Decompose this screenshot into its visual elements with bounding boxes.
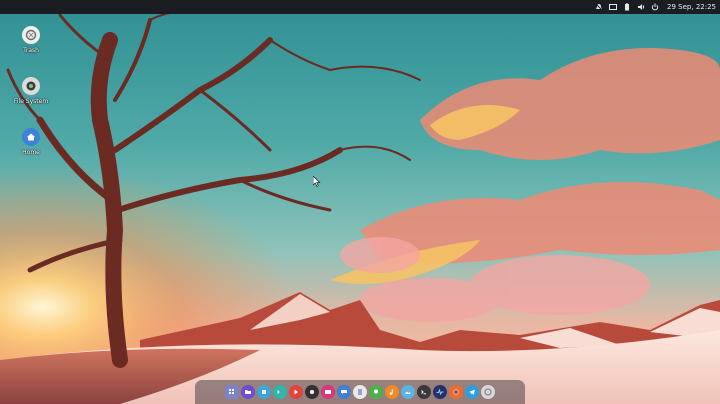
app-launcher-icon[interactable] xyxy=(225,385,239,399)
battery-icon[interactable] xyxy=(623,3,631,11)
home-folder-icon xyxy=(22,128,40,146)
window-icon[interactable] xyxy=(609,3,618,11)
console-icon[interactable] xyxy=(417,385,431,399)
trash-icon xyxy=(22,26,40,44)
music-icon[interactable] xyxy=(385,385,399,399)
maps-icon[interactable] xyxy=(369,385,383,399)
top-panel: 29 Sep, 22:25 xyxy=(0,0,720,14)
firefox-icon[interactable] xyxy=(449,385,463,399)
desktop-icon-label: File System xyxy=(13,98,49,105)
trash-dock-icon[interactable] xyxy=(481,385,495,399)
photos-icon[interactable] xyxy=(401,385,415,399)
telegram-icon[interactable] xyxy=(465,385,479,399)
mail-icon[interactable] xyxy=(321,385,335,399)
volume-icon[interactable] xyxy=(637,3,645,11)
document-icon[interactable] xyxy=(353,385,367,399)
screenshot-icon[interactable] xyxy=(305,385,319,399)
desktop-wallpaper xyxy=(0,0,720,404)
desktop-icon-label: Trash xyxy=(23,47,39,54)
media-player-icon[interactable] xyxy=(289,385,303,399)
notifications-muted-icon[interactable] xyxy=(595,3,603,11)
drive-icon xyxy=(22,77,40,95)
terminal-icon[interactable] xyxy=(273,385,287,399)
desktop-icon-home[interactable]: Home xyxy=(14,128,48,156)
mouse-cursor xyxy=(313,176,321,187)
desktop-icon-file-system[interactable]: File System xyxy=(14,77,48,105)
software-store-icon[interactable] xyxy=(257,385,271,399)
file-manager-icon[interactable] xyxy=(241,385,255,399)
dock xyxy=(195,380,525,404)
desktop-icon-trash[interactable]: Trash xyxy=(14,26,48,54)
system-monitor-icon[interactable] xyxy=(433,385,447,399)
desktop-icon-label: Home xyxy=(22,149,40,156)
chat-icon[interactable] xyxy=(337,385,351,399)
clock[interactable]: 29 Sep, 22:25 xyxy=(667,3,716,11)
power-icon[interactable] xyxy=(651,3,659,11)
